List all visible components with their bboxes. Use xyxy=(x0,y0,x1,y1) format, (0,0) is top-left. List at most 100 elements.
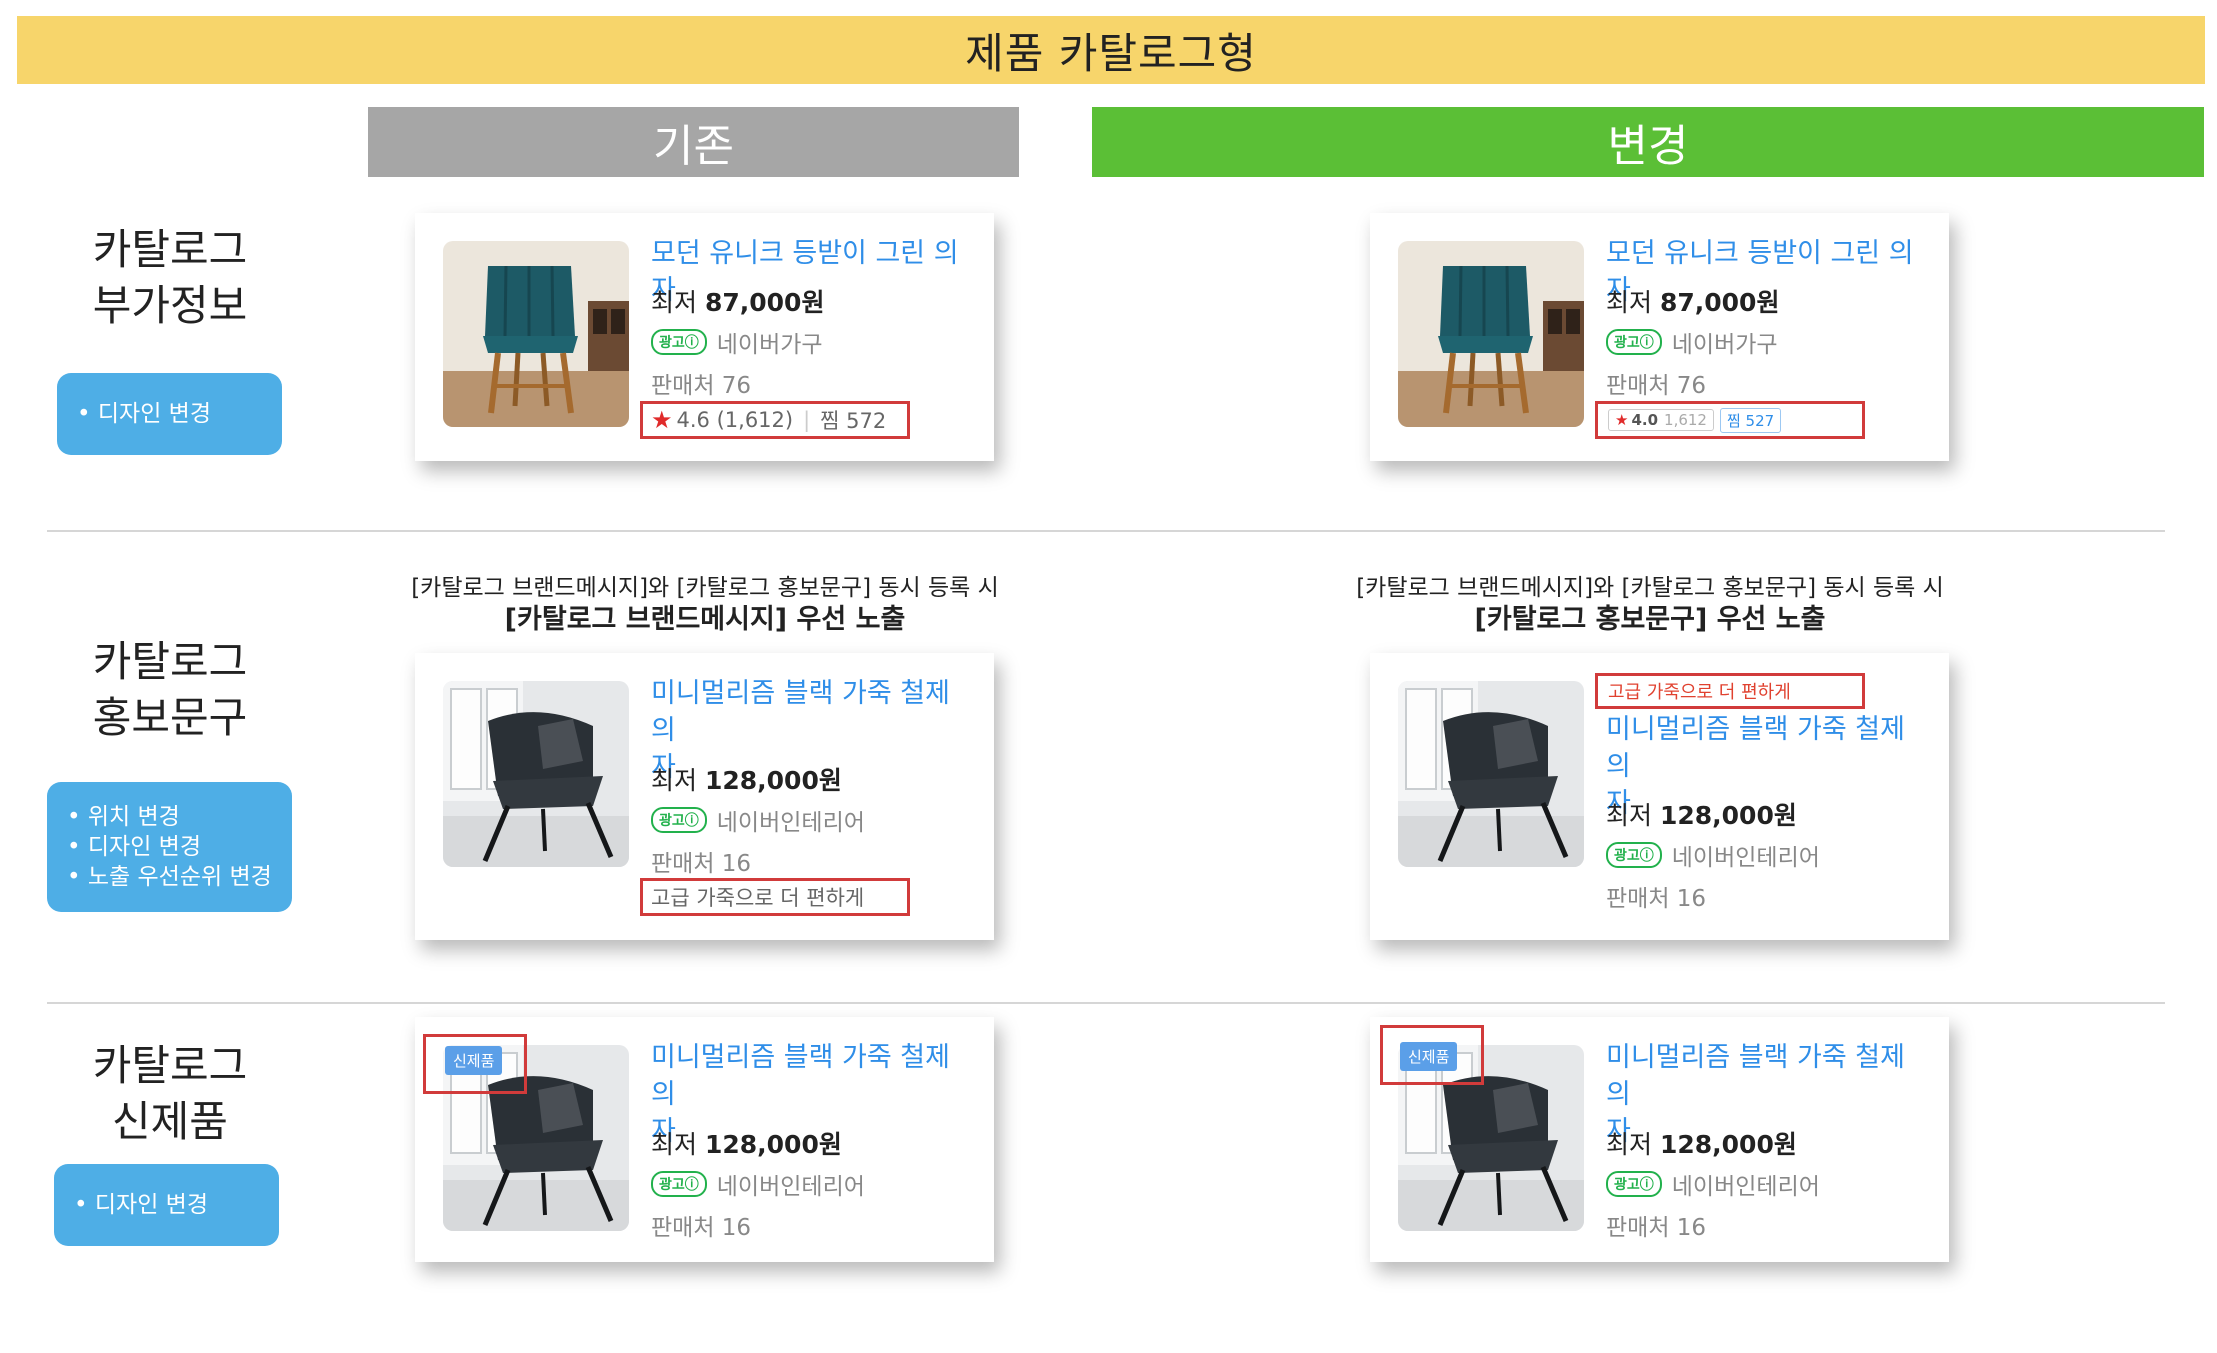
product-card-old-new-product[interactable]: 신제품 미니멀리즘 블랙 가죽 철제 의 자 최저 128,000원 광고ⓘ 네… xyxy=(415,1017,994,1262)
row-title-line1: 카탈로그 xyxy=(92,637,248,686)
product-image xyxy=(1398,241,1584,427)
highlight-box: 고급 가죽으로 더 편하게 xyxy=(1595,673,1865,709)
price-value: 87,000원 xyxy=(1659,288,1780,317)
rating-value: 4.0 xyxy=(1631,411,1659,429)
price-value: 128,000원 xyxy=(704,1130,842,1159)
promo-text: 고급 가죽으로 더 편하게 xyxy=(1608,682,1791,703)
row-title-extra-info: 카탈로그 부가정보 xyxy=(50,222,290,334)
promo-text: 고급 가죽으로 더 편하게 xyxy=(651,886,865,910)
change-item: 노출 우선순위 변경 xyxy=(67,862,272,892)
rating-chip: ★ 4.0 1,612 xyxy=(1608,409,1714,431)
ad-badge[interactable]: 광고ⓘ xyxy=(1606,842,1662,868)
seller-name: 네이버가구 xyxy=(1671,332,1778,358)
product-price: 최저 128,000원 xyxy=(651,1125,842,1161)
rating-value: 4.6 (1,612) xyxy=(676,408,794,432)
product-price: 최저 128,000원 xyxy=(651,761,842,797)
ad-line: 광고ⓘ 네이버인테리어 xyxy=(1606,838,1820,872)
price-prefix: 최저 xyxy=(1606,1130,1653,1159)
zzim-chip: 찜 527 xyxy=(1719,407,1782,433)
product-price: 최저 87,000원 xyxy=(1606,283,1779,319)
note-new: [카탈로그 브랜드메시지]와 [카탈로그 홍보문구] 동시 등록 시 [카탈로그… xyxy=(1335,572,1965,637)
row-title-line2: 신제품 xyxy=(112,1097,228,1146)
zzim-count: 찜 572 xyxy=(820,409,887,433)
row-title-line1: 카탈로그 xyxy=(92,225,248,274)
change-item: 디자인 변경 xyxy=(74,1190,208,1220)
price-prefix: 최저 xyxy=(1606,288,1653,317)
change-pill-new-product: 디자인 변경 xyxy=(54,1164,279,1246)
ad-line: 광고ⓘ 네이버인테리어 xyxy=(651,1167,865,1201)
store-count: 판매처 16 xyxy=(651,851,752,877)
title-line1: 미니멀리즘 블랙 가죽 철제 의 xyxy=(651,678,950,746)
title-line1: 미니멀리즘 블랙 가죽 철제 의 xyxy=(1606,1042,1905,1110)
star-icon: ★ xyxy=(1615,411,1629,429)
seller-name: 네이버인테리어 xyxy=(716,810,865,836)
seller-name: 네이버인테리어 xyxy=(1671,1174,1820,1200)
note-line1: [카탈로그 브랜드메시지]와 [카탈로그 홍보문구] 동시 등록 시 xyxy=(411,575,999,601)
product-card-old-promo[interactable]: 미니멀리즘 블랙 가죽 철제 의 자 최저 128,000원 광고ⓘ 네이버인테… xyxy=(415,653,994,940)
ad-badge[interactable]: 광고ⓘ xyxy=(651,1171,707,1197)
rating-row: ★ 4.0 1,612 찜 527 xyxy=(1598,404,1862,436)
ad-badge[interactable]: 광고ⓘ xyxy=(1606,1171,1662,1197)
price-value: 87,000원 xyxy=(704,288,825,317)
divider: | xyxy=(803,408,811,432)
store-count: 판매처 76 xyxy=(1606,373,1707,399)
seller-name: 네이버인테리어 xyxy=(1671,845,1820,871)
store-count: 판매처 16 xyxy=(1606,1215,1707,1241)
price-prefix: 최저 xyxy=(1606,801,1653,830)
product-card-new-extra-info[interactable]: 모던 유니크 등받이 그린 의자 최저 87,000원 광고ⓘ 네이버가구 판매… xyxy=(1370,213,1949,461)
ad-line: 광고ⓘ 네이버가구 xyxy=(1606,325,1778,359)
price-prefix: 최저 xyxy=(651,1130,698,1159)
row-title-line2: 홍보문구 xyxy=(92,693,248,742)
ad-line: 광고ⓘ 네이버인테리어 xyxy=(651,803,865,837)
product-card-new-new-product[interactable]: 신제품 미니멀리즘 블랙 가죽 철제 의 자 최저 128,000원 광고ⓘ 네… xyxy=(1370,1017,1949,1262)
change-item: 디자인 변경 xyxy=(77,399,211,429)
change-pill-extra-info: 디자인 변경 xyxy=(57,373,282,455)
product-card-new-promo[interactable]: 고급 가죽으로 더 편하게 미니멀리즘 블랙 가죽 철제 의 자 최저 128,… xyxy=(1370,653,1949,940)
note-line2: [카탈로그 브랜드메시지] 우선 노출 xyxy=(504,604,906,635)
title-line1: 미니멀리즘 블랙 가죽 철제 의 xyxy=(651,1042,950,1110)
product-price: 최저 87,000원 xyxy=(651,283,824,319)
price-value: 128,000원 xyxy=(704,766,842,795)
change-item: 위치 변경 xyxy=(67,802,272,832)
rating-row: ★ 4.6 (1,612) | 찜 572 xyxy=(643,404,907,436)
price-prefix: 최저 xyxy=(651,766,698,795)
highlight-box: 고급 가죽으로 더 편하게 xyxy=(640,878,910,916)
row-title-new-product: 카탈로그 신제품 xyxy=(50,1038,290,1150)
ad-badge[interactable]: 광고ⓘ xyxy=(651,807,707,833)
note-line2: [카탈로그 홍보문구] 우선 노출 xyxy=(1474,604,1826,635)
seller-name: 네이버인테리어 xyxy=(716,1174,865,1200)
store-count: 판매처 16 xyxy=(1606,886,1707,912)
price-value: 128,000원 xyxy=(1659,1130,1797,1159)
store-count: 판매처 16 xyxy=(651,1215,752,1241)
ad-line: 광고ⓘ 네이버가구 xyxy=(651,325,823,359)
change-item: 디자인 변경 xyxy=(67,832,272,862)
row-title-promo: 카탈로그 홍보문구 xyxy=(50,634,290,746)
highlight-box xyxy=(423,1034,527,1094)
product-card-old-extra-info[interactable]: 모던 유니크 등받이 그린 의자 최저 87,000원 광고ⓘ 네이버가구 판매… xyxy=(415,213,994,461)
product-image xyxy=(443,681,629,867)
product-image xyxy=(443,241,629,427)
ad-line: 광고ⓘ 네이버인테리어 xyxy=(1606,1167,1820,1201)
note-line1: [카탈로그 브랜드메시지]와 [카탈로그 홍보문구] 동시 등록 시 xyxy=(1356,575,1944,601)
note-old: [카탈로그 브랜드메시지]와 [카탈로그 홍보문구] 동시 등록 시 [카탈로그… xyxy=(390,572,1020,637)
column-old-header: 기존 xyxy=(368,107,1019,177)
highlight-box xyxy=(1380,1025,1484,1085)
page-banner: 제품 카탈로그형 xyxy=(17,16,2205,84)
product-price: 최저 128,000원 xyxy=(1606,796,1797,832)
ad-badge[interactable]: 광고ⓘ xyxy=(651,329,707,355)
highlight-box: ★ 4.0 1,612 찜 527 xyxy=(1595,401,1865,439)
store-count: 판매처 76 xyxy=(651,373,752,399)
product-image xyxy=(1398,681,1584,867)
product-price: 최저 128,000원 xyxy=(1606,1125,1797,1161)
change-pill-promo: 위치 변경 디자인 변경 노출 우선순위 변경 xyxy=(47,782,292,912)
row-title-line1: 카탈로그 xyxy=(92,1041,248,1090)
row-divider xyxy=(47,1002,2165,1004)
column-new-header: 변경 xyxy=(1092,107,2204,177)
row-divider xyxy=(47,530,2165,532)
row-title-line2: 부가정보 xyxy=(92,281,248,330)
ad-badge[interactable]: 광고ⓘ xyxy=(1606,329,1662,355)
price-prefix: 최저 xyxy=(651,288,698,317)
star-icon: ★ xyxy=(651,406,673,434)
review-count: 1,612 xyxy=(1664,411,1707,429)
price-value: 128,000원 xyxy=(1659,801,1797,830)
